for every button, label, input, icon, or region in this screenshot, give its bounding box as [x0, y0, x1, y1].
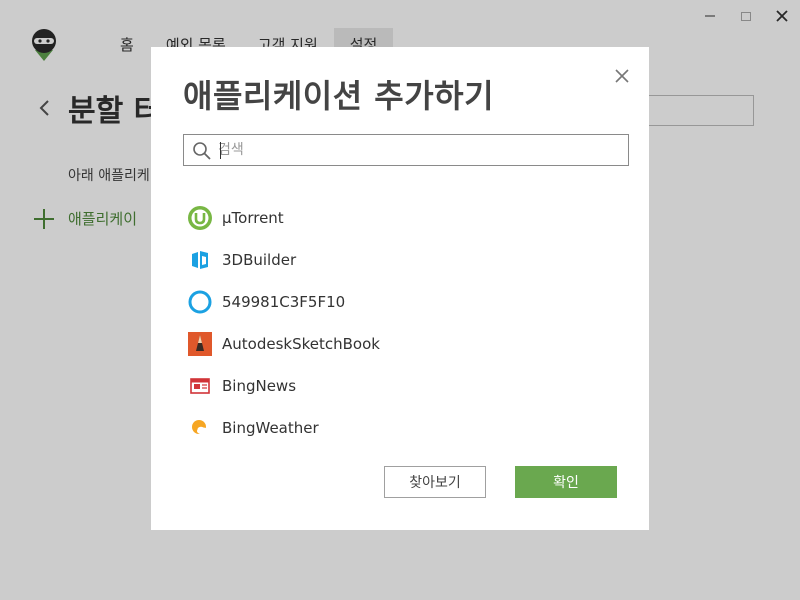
search-icon — [193, 142, 211, 160]
sketchbook-icon — [187, 331, 213, 357]
app-name: µTorrent — [222, 209, 284, 227]
weather-icon — [187, 415, 213, 441]
news-icon — [187, 373, 213, 399]
ok-button[interactable]: 확인 — [515, 466, 617, 498]
close-icon — [615, 69, 629, 83]
app-name: BingNews — [222, 377, 297, 395]
app-name: 549981C3F5F10 — [222, 293, 346, 311]
app-name: AutodeskSketchBook — [222, 335, 380, 353]
app-name: BingWeather — [222, 419, 319, 437]
search-box — [183, 134, 629, 166]
dialog-close-button[interactable] — [611, 65, 633, 87]
list-item[interactable]: 549981C3F5F10 — [187, 281, 607, 323]
list-item[interactable]: AutodeskSketchBook — [187, 323, 607, 365]
app-name: 3DBuilder — [222, 251, 297, 269]
cortana-ring-icon — [187, 289, 213, 315]
list-item[interactable]: BingNews — [187, 365, 607, 407]
dialog-title: 애플리케이션 추가하기 — [183, 77, 495, 115]
browse-button[interactable]: 찾아보기 — [384, 466, 486, 498]
text-caret — [220, 142, 221, 159]
search-input[interactable] — [218, 136, 618, 164]
3dbuilder-icon — [187, 247, 213, 273]
list-item[interactable]: µTorrent — [187, 197, 607, 239]
list-item[interactable]: BingWeather — [187, 407, 607, 449]
list-item[interactable]: 3DBuilder — [187, 239, 607, 281]
utorrent-icon — [187, 205, 213, 231]
add-application-dialog: 애플리케이션 추가하기 µTorrent — [151, 47, 649, 530]
application-list: µTorrent 3DBuilder 549981C3F5F10 Autodes… — [187, 197, 607, 449]
